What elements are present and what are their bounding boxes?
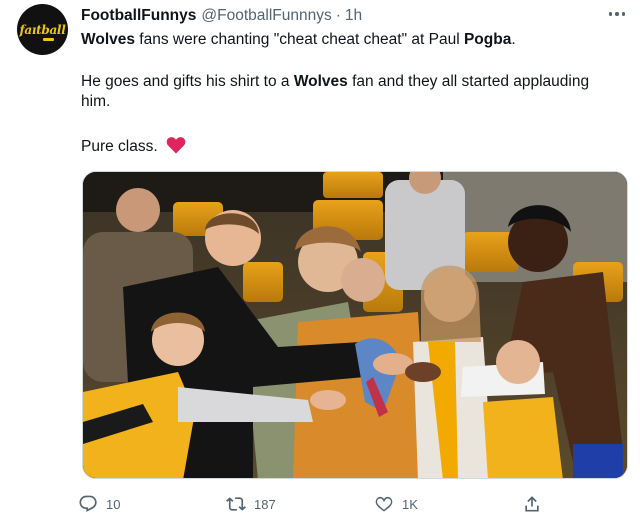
text-segment: He goes and gifts his shirt to a (81, 73, 294, 90)
tweet-header: FootballFunnys @FootballFunnnys · 1h (81, 5, 362, 27)
like-icon (374, 494, 394, 514)
text-segment: Pure class. (81, 138, 158, 155)
photo-scene (83, 172, 627, 478)
reply-icon (78, 494, 98, 514)
retweet-button[interactable]: 187 (226, 490, 276, 518)
tweet-paragraph-1: Wolves fans were chanting "cheat cheat c… (81, 30, 516, 50)
text-bold-wolves: Wolves (293, 73, 348, 90)
avatar[interactable]: faıtball (17, 4, 68, 55)
reply-button[interactable]: 10 (78, 490, 120, 518)
text-bold-pogba: Pogba (463, 31, 512, 48)
share-icon (522, 494, 542, 514)
retweet-icon (226, 494, 246, 514)
avatar-logo-underline (43, 38, 54, 41)
more-dot (615, 12, 619, 16)
heart-emoji-icon (166, 136, 186, 160)
like-count: 1K (402, 496, 418, 512)
reply-count: 10 (106, 496, 121, 512)
timestamp[interactable]: 1h (345, 7, 362, 25)
author-handle[interactable]: @FootballFunnnys (201, 7, 331, 25)
more-icon[interactable] (604, 4, 630, 24)
author-name[interactable]: FootballFunnys (81, 7, 196, 25)
text-bold-wolves: Wolves (81, 31, 135, 48)
tweet-photo[interactable] (82, 171, 628, 479)
text-segment: . (511, 31, 516, 48)
retweet-count: 187 (254, 496, 276, 512)
tweet-actions: 10 187 1K (78, 490, 548, 518)
more-dot (608, 12, 613, 16)
tweet[interactable]: faıtball FootballFunnys @FootballFunnnys… (0, 0, 640, 527)
tweet-paragraph-3: Pure class. (81, 136, 186, 160)
more-dot (621, 12, 626, 16)
text-segment: fans were chanting "cheat cheat cheat" a… (135, 31, 464, 48)
avatar-logo: faıtball (19, 22, 66, 37)
like-button[interactable]: 1K (374, 490, 418, 518)
share-button[interactable] (522, 490, 542, 518)
separator-dot: · (335, 7, 341, 24)
tweet-paragraph-2: He goes and gifts his shirt to a Wolves … (81, 72, 621, 112)
